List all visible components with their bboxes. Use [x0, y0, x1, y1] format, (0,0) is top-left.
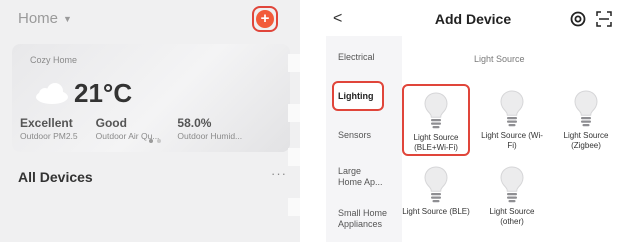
decorative-stripe: [288, 198, 300, 216]
device-name: Light Source (BLE+Wi-Fi): [413, 133, 459, 152]
device-name: Light Source (other): [489, 207, 535, 226]
device-light-source-ble-wifi[interactable]: Light Source (BLE+Wi-Fi): [402, 84, 470, 156]
weather-card[interactable]: Cozy Home 21°C Excellent Outdoor PM2.5 G…: [12, 44, 290, 152]
metric-value: Good: [95, 116, 127, 130]
category-sensors[interactable]: Sensors: [338, 130, 371, 141]
home-title: Home: [18, 10, 59, 27]
device-name: Light Source (Zigbee): [563, 131, 609, 150]
home-selector[interactable]: Home ▼: [18, 10, 72, 27]
bulb-icon: [424, 92, 448, 129]
more-options-button[interactable]: ···: [271, 166, 287, 181]
add-device-screen: < Add Device Electrical Lighting Sensors…: [326, 0, 620, 242]
page-dot: [157, 139, 161, 143]
metric-label: Outdoor PM2.5: [20, 131, 78, 141]
device-light-source-zigbee[interactable]: Light Source (Zigbee): [552, 90, 620, 151]
home-screen: Home ▼ + Cozy Home 21°C Excellent Outdoo…: [0, 0, 300, 242]
page-dot-active: [149, 139, 153, 143]
category-electrical[interactable]: Electrical: [338, 52, 375, 63]
metric-pm25: Excellent Outdoor PM2.5: [20, 116, 78, 141]
decorative-stripe: [288, 54, 300, 72]
scan-icon[interactable]: [596, 11, 612, 27]
device-light-source-ble[interactable]: Light Source (BLE): [402, 166, 470, 217]
device-name: Light Source (BLE): [402, 207, 470, 216]
bulb-icon: [500, 90, 524, 127]
metric-value: 58.0%: [177, 116, 212, 130]
caret-down-icon: ▼: [63, 13, 72, 24]
weather-metrics: Excellent Outdoor PM2.5 Good Outdoor Air…: [20, 116, 242, 141]
category-small-home-appliances[interactable]: Small Home Appliances: [338, 208, 390, 230]
metric-label: Outdoor Humid...: [177, 131, 243, 141]
add-device-button[interactable]: +: [252, 6, 278, 32]
cloud-icon: [36, 83, 68, 104]
home-name: Cozy Home: [30, 55, 78, 65]
decorative-stripe: [288, 148, 300, 166]
category-lighting[interactable]: Lighting: [332, 81, 384, 111]
bulb-icon: [424, 166, 448, 203]
metric-humidity: 58.0% Outdoor Humid...: [177, 116, 242, 141]
page-indicator: [149, 139, 161, 143]
category-sidebar: Electrical Lighting Sensors Large Home A…: [326, 36, 402, 242]
bulb-icon: [574, 90, 598, 127]
temperature: 21°C: [74, 78, 133, 108]
section-title: Light Source: [474, 54, 525, 64]
plus-icon: +: [256, 10, 274, 28]
metric-value: Excellent: [20, 116, 73, 130]
device-light-source-wifi[interactable]: Light Source (Wi-Fi): [478, 90, 546, 151]
device-light-source-other[interactable]: Light Source (other): [478, 166, 546, 227]
all-devices-heading: All Devices: [18, 169, 93, 185]
metric-air-quality: Good Outdoor Air Qu...: [96, 116, 160, 141]
device-name: Light Source (Wi-Fi): [481, 131, 543, 150]
decorative-stripe: [288, 104, 300, 122]
category-large-home-appliances[interactable]: Large Home Ap...: [338, 166, 384, 188]
at-icon[interactable]: [570, 11, 586, 27]
bulb-icon: [500, 166, 524, 203]
